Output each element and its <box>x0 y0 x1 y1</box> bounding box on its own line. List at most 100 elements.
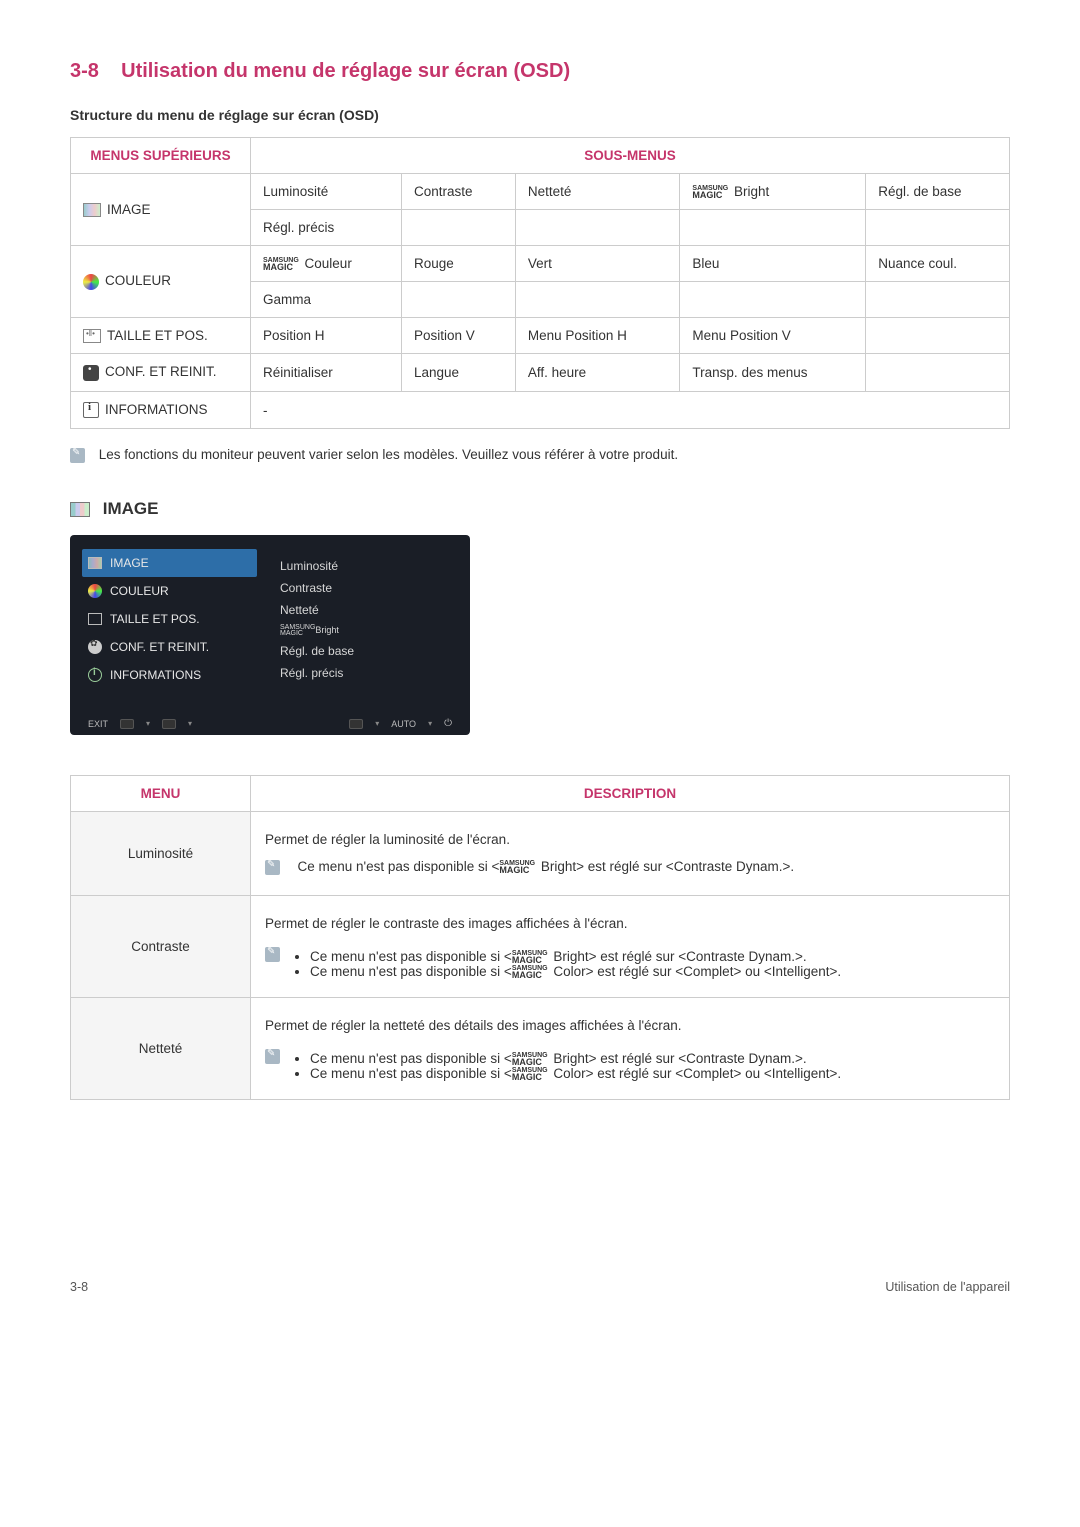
cell: Position V <box>402 318 516 354</box>
note-icon <box>70 448 85 463</box>
cell <box>866 318 1010 354</box>
row-contraste: Contraste <box>71 896 251 998</box>
cell: Langue <box>402 354 516 391</box>
osd-exit-label: EXIT <box>88 719 108 729</box>
conf-icon <box>88 640 102 654</box>
cell: Vert <box>515 246 680 282</box>
cell: Réinitialiser <box>251 354 402 391</box>
section-title: 3-8 Utilisation du menu de réglage sur é… <box>70 60 1010 83</box>
image-icon <box>88 557 102 569</box>
samsung-magic-icon: SAMSUNGMAGIC <box>692 186 728 199</box>
osd-opt: Régl. de base <box>280 640 354 662</box>
cell: Menu Position H <box>515 318 680 354</box>
image-icon <box>83 203 101 217</box>
desc-bullet: Ce menu n'est pas disponible si <SAMSUNG… <box>310 964 841 979</box>
menu-conf: CONF. ET REINIT. <box>71 354 251 391</box>
cell <box>680 282 866 318</box>
triangle-icon: ▾ <box>188 719 192 728</box>
row-nettete: Netteté <box>71 998 251 1100</box>
samsung-magic-icon: SAMSUNGMAGIC <box>512 951 548 964</box>
cell: Menu Position V <box>680 318 866 354</box>
osd-opt: Régl. précis <box>280 662 354 684</box>
th-description: DESCRIPTION <box>251 776 1010 812</box>
note-icon <box>265 860 280 875</box>
image-icon <box>70 502 90 517</box>
cell <box>515 282 680 318</box>
desc-text: Permet de régler le contraste des images… <box>265 916 995 931</box>
note-row: Les fonctions du moniteur peuvent varier… <box>70 447 1010 463</box>
osd-structure-table: MENUS SUPÉRIEURS SOUS-MENUS IMAGE Lumino… <box>70 137 1010 429</box>
osd-auto-label: AUTO <box>391 719 416 729</box>
osd-screenshot: IMAGE COULEUR TAILLE ET POS. CONF. ET RE… <box>70 535 470 735</box>
cell <box>515 210 680 246</box>
osd-left-panel: IMAGE COULEUR TAILLE ET POS. CONF. ET RE… <box>82 549 257 689</box>
samsung-magic-icon: SAMSUNGMAGIC <box>512 966 548 979</box>
image-section-title: IMAGE <box>103 499 159 518</box>
osd-item-taille: TAILLE ET POS. <box>82 605 257 633</box>
th-menu: MENU <box>71 776 251 812</box>
cell: Nuance coul. <box>866 246 1010 282</box>
cell: Contraste <box>402 174 516 210</box>
footer-right: Utilisation de l'appareil <box>885 1280 1010 1294</box>
note-icon <box>265 947 280 962</box>
desc-nettete: Permet de régler la netteté des détails … <box>251 998 1010 1100</box>
taille-icon <box>83 329 101 343</box>
osd-opt: Netteté <box>280 599 354 621</box>
osd-btn-icon <box>120 719 134 729</box>
cell <box>866 210 1010 246</box>
desc-bullet: Ce menu n'est pas disponible si <SAMSUNG… <box>310 1051 841 1066</box>
menu-informations: INFORMATIONS <box>71 391 251 428</box>
page-footer: 3-8 Utilisation de l'appareil <box>70 1280 1010 1294</box>
desc-luminosite: Permet de régler la luminosité de l'écra… <box>251 812 1010 896</box>
taille-icon <box>88 613 102 625</box>
cell: SAMSUNGMAGIC Couleur <box>251 246 402 282</box>
cell: Transp. des menus <box>680 354 866 391</box>
triangle-icon: ▾ <box>146 719 150 728</box>
menu-couleur-label: COULEUR <box>105 273 171 288</box>
cell: SAMSUNGMAGIC Bright <box>680 174 866 210</box>
power-icon: ⏻ <box>444 718 452 729</box>
desc-text: Permet de régler la netteté des détails … <box>265 1018 995 1033</box>
osd-right-panel: Luminosité Contraste Netteté SAMSUNGMAGI… <box>280 555 354 684</box>
info-icon <box>88 668 102 682</box>
description-table: MENU DESCRIPTION Luminosité Permet de ré… <box>70 775 1010 1100</box>
row-luminosite: Luminosité <box>71 812 251 896</box>
couleur-icon <box>83 274 99 290</box>
desc-text: Permet de régler la luminosité de l'écra… <box>265 832 995 847</box>
cell: Position H <box>251 318 402 354</box>
menu-taille-label: TAILLE ET POS. <box>107 328 208 343</box>
sub-heading: Structure du menu de réglage sur écran (… <box>70 107 1010 123</box>
osd-btn-icon <box>349 719 363 729</box>
couleur-icon <box>88 584 102 598</box>
cell: - <box>251 391 1010 428</box>
section-number: 3-8 <box>70 60 99 82</box>
cell: Gamma <box>251 282 402 318</box>
osd-opt: Luminosité <box>280 555 354 577</box>
conf-icon <box>83 365 99 381</box>
desc-bullet: Ce menu n'est pas disponible si <SAMSUNG… <box>310 949 841 964</box>
menu-taille: TAILLE ET POS. <box>71 318 251 354</box>
samsung-magic-icon: SAMSUNGMAGIC <box>512 1068 548 1081</box>
samsung-magic-icon: SAMSUNGMAGIC <box>512 1053 548 1066</box>
samsung-magic-icon: SAMSUNGMAGIC <box>499 861 535 874</box>
osd-item-couleur: COULEUR <box>82 577 257 605</box>
cell: Luminosité <box>251 174 402 210</box>
note-text: Les fonctions du moniteur peuvent varier… <box>99 447 678 462</box>
osd-bottom-bar: EXIT ▾ ▾ ▾ AUTO▾ ⏻ <box>70 718 470 729</box>
th-sous-menus: SOUS-MENUS <box>251 138 1010 174</box>
cell <box>402 210 516 246</box>
samsung-magic-icon: SAMSUNGMAGIC <box>263 258 299 271</box>
osd-btn-icon <box>162 719 176 729</box>
menu-image: IMAGE <box>71 174 251 246</box>
info-icon <box>83 402 99 418</box>
cell <box>402 282 516 318</box>
cell: Aff. heure <box>515 354 680 391</box>
section-heading: Utilisation du menu de réglage sur écran… <box>121 60 570 82</box>
cell <box>866 282 1010 318</box>
desc-contraste: Permet de régler le contraste des images… <box>251 896 1010 998</box>
note-icon <box>265 1049 280 1064</box>
cell: Régl. de base <box>866 174 1010 210</box>
menu-image-label: IMAGE <box>107 202 151 217</box>
desc-bullet: Ce menu n'est pas disponible si <SAMSUNG… <box>310 1066 841 1081</box>
menu-info-label: INFORMATIONS <box>105 402 208 417</box>
